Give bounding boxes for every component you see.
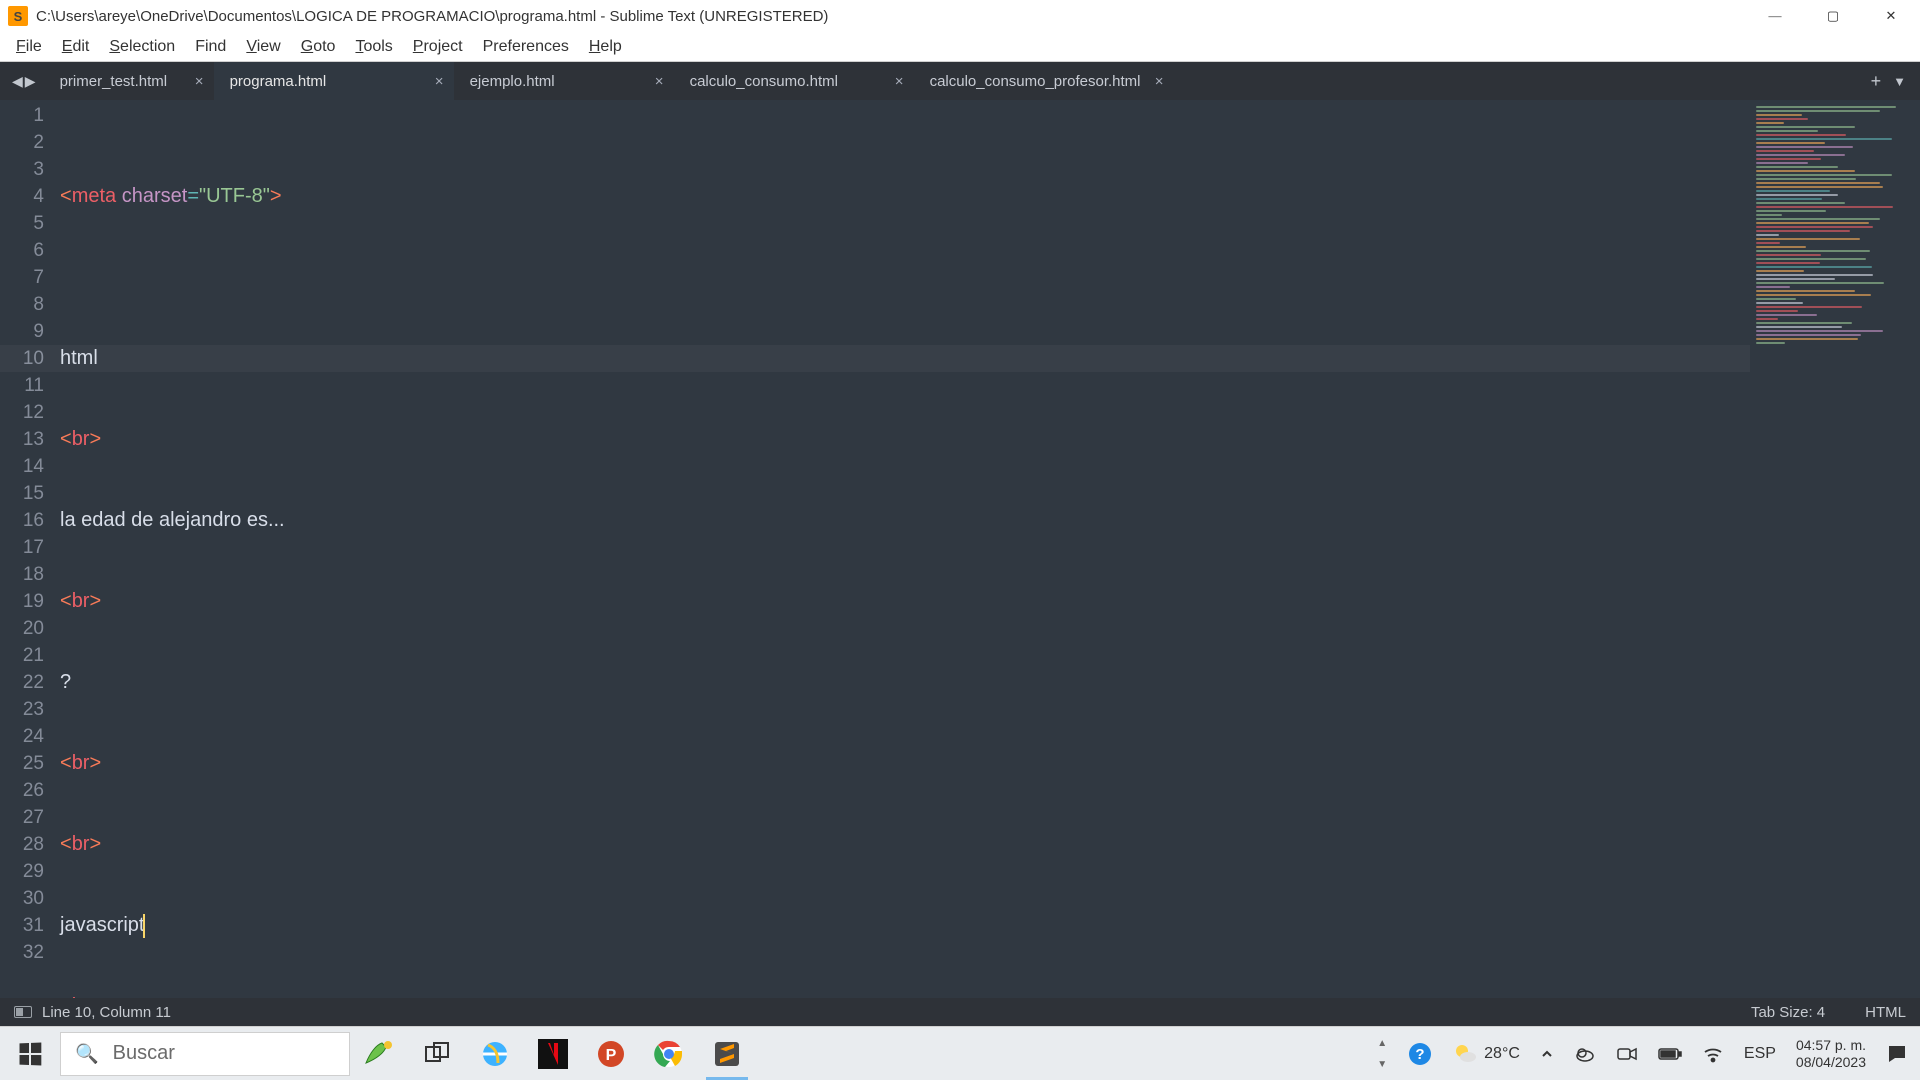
menu-bar: File Edit Selection Find View Goto Tools…: [0, 32, 1920, 62]
tray-language[interactable]: ESP: [1740, 1045, 1780, 1063]
new-tab-icon[interactable]: +: [1871, 71, 1882, 92]
menu-edit[interactable]: Edit: [52, 34, 100, 60]
close-icon[interactable]: ×: [1155, 73, 1164, 90]
tab-label: ejemplo.html: [470, 73, 555, 90]
tray-meet-now-icon[interactable]: [1612, 1043, 1642, 1065]
tab-ejemplo[interactable]: ejemplo.html ×: [454, 62, 674, 100]
tray-help-icon[interactable]: ?: [1404, 1042, 1436, 1066]
tab-nav-arrows: ◀ ▶: [4, 62, 44, 100]
window-title: C:\Users\areye\OneDrive\Documentos\LOGIC…: [36, 8, 1746, 25]
menu-help[interactable]: Help: [579, 34, 632, 60]
taskbar-paint-icon[interactable]: [350, 1027, 408, 1080]
code-text: ?: [60, 671, 71, 693]
system-tray: ▲▼ ? 28°C ESP 04:57 p. m.08/04/2023: [1372, 1027, 1920, 1080]
status-position: Line 10, Column 11: [42, 1004, 171, 1021]
weather-temp: 28°C: [1484, 1045, 1520, 1063]
maximize-button[interactable]: ▢: [1804, 0, 1862, 32]
tray-clock[interactable]: 04:57 p. m.08/04/2023: [1792, 1037, 1870, 1071]
taskbar-taskview-icon[interactable]: [408, 1027, 466, 1080]
close-button[interactable]: ✕: [1862, 0, 1920, 32]
code-text: html: [60, 347, 98, 369]
minimize-button[interactable]: —: [1746, 0, 1804, 32]
tab-label: calculo_consumo_profesor.html: [930, 73, 1141, 90]
gutter: 1234567891011121314151617181920212223242…: [0, 100, 60, 998]
tab-nav-forward-icon[interactable]: ▶: [25, 73, 36, 90]
clock-date: 08/04/2023: [1796, 1054, 1866, 1070]
windows-taskbar: 🔍 Buscar P ▲▼ ? 28°C: [0, 1026, 1920, 1080]
panel-switcher-icon[interactable]: [14, 1006, 32, 1018]
language-indicator: ESP: [1744, 1045, 1776, 1063]
tab-nav-back-icon[interactable]: ◀: [12, 73, 23, 90]
menu-goto[interactable]: Goto: [291, 34, 346, 60]
tray-wifi-icon[interactable]: [1698, 1043, 1728, 1065]
code-text: la edad de alejandro es...: [60, 509, 285, 531]
svg-text:?: ?: [1416, 1046, 1425, 1063]
close-icon[interactable]: ×: [435, 73, 444, 90]
close-icon[interactable]: ×: [655, 73, 664, 90]
menu-selection[interactable]: Selection: [99, 34, 185, 60]
status-tabsize[interactable]: Tab Size: 4: [1751, 1004, 1825, 1021]
taskbar-sublime-icon[interactable]: [698, 1027, 756, 1080]
menu-find[interactable]: Find: [185, 34, 236, 60]
taskbar-pinned: P: [350, 1027, 756, 1080]
tab-programa[interactable]: programa.html ×: [214, 62, 454, 100]
code-area[interactable]: <meta charset="UTF-8"> html <br> la edad…: [60, 100, 1750, 998]
tab-actions: + ▼: [1871, 62, 1920, 100]
tab-bar: ◀ ▶ primer_test.html × programa.html × e…: [0, 62, 1920, 100]
windows-logo-icon: [20, 1042, 42, 1065]
editor[interactable]: 1234567891011121314151617181920212223242…: [0, 100, 1920, 998]
start-button[interactable]: [0, 1027, 60, 1080]
tab-dropdown-icon[interactable]: ▼: [1893, 74, 1906, 89]
tray-notifications-icon[interactable]: [1882, 1043, 1912, 1065]
search-icon: 🔍: [75, 1042, 99, 1066]
menu-project[interactable]: Project: [403, 34, 473, 60]
search-placeholder: Buscar: [113, 1042, 175, 1065]
window-titlebar: S C:\Users\areye\OneDrive\Documentos\LOG…: [0, 0, 1920, 32]
taskbar-ie-icon[interactable]: [466, 1027, 524, 1080]
menu-file[interactable]: File: [6, 34, 52, 60]
status-syntax[interactable]: HTML: [1865, 1004, 1906, 1021]
app-icon: S: [8, 6, 28, 26]
tray-battery-icon[interactable]: [1654, 1047, 1686, 1061]
svg-text:P: P: [606, 1047, 617, 1064]
menu-tools[interactable]: Tools: [345, 34, 402, 60]
taskbar-netflix-icon[interactable]: [524, 1027, 582, 1080]
scroll-buttons[interactable]: ▲▼: [1372, 1034, 1392, 1074]
close-icon[interactable]: ×: [195, 73, 204, 90]
taskbar-chrome-icon[interactable]: [640, 1027, 698, 1080]
clock-time: 04:57 p. m.: [1796, 1037, 1866, 1053]
tab-calculo-consumo[interactable]: calculo_consumo.html ×: [674, 62, 914, 100]
tab-label: programa.html: [230, 73, 327, 90]
menu-view[interactable]: View: [236, 34, 290, 60]
tab-calculo-consumo-profesor[interactable]: calculo_consumo_profesor.html ×: [914, 62, 1174, 100]
taskbar-search[interactable]: 🔍 Buscar: [60, 1032, 350, 1076]
taskbar-powerpoint-icon[interactable]: P: [582, 1027, 640, 1080]
code-text: javascript: [60, 914, 144, 936]
status-bar: Line 10, Column 11 Tab Size: 4 HTML: [0, 998, 1920, 1026]
tab-primer-test[interactable]: primer_test.html ×: [44, 62, 214, 100]
tray-weather[interactable]: 28°C: [1448, 1041, 1524, 1067]
tab-label: primer_test.html: [60, 73, 168, 90]
minimap[interactable]: [1750, 100, 1920, 998]
text-cursor: [143, 914, 145, 938]
string-literal: "UTF-8": [199, 185, 270, 207]
window-controls: — ▢ ✕: [1746, 0, 1920, 32]
tab-label: calculo_consumo.html: [690, 73, 838, 90]
menu-preferences[interactable]: Preferences: [473, 34, 579, 60]
close-icon[interactable]: ×: [895, 73, 904, 90]
tray-onedrive-icon[interactable]: [1570, 1043, 1600, 1065]
tray-chevron-icon[interactable]: [1536, 1047, 1558, 1061]
